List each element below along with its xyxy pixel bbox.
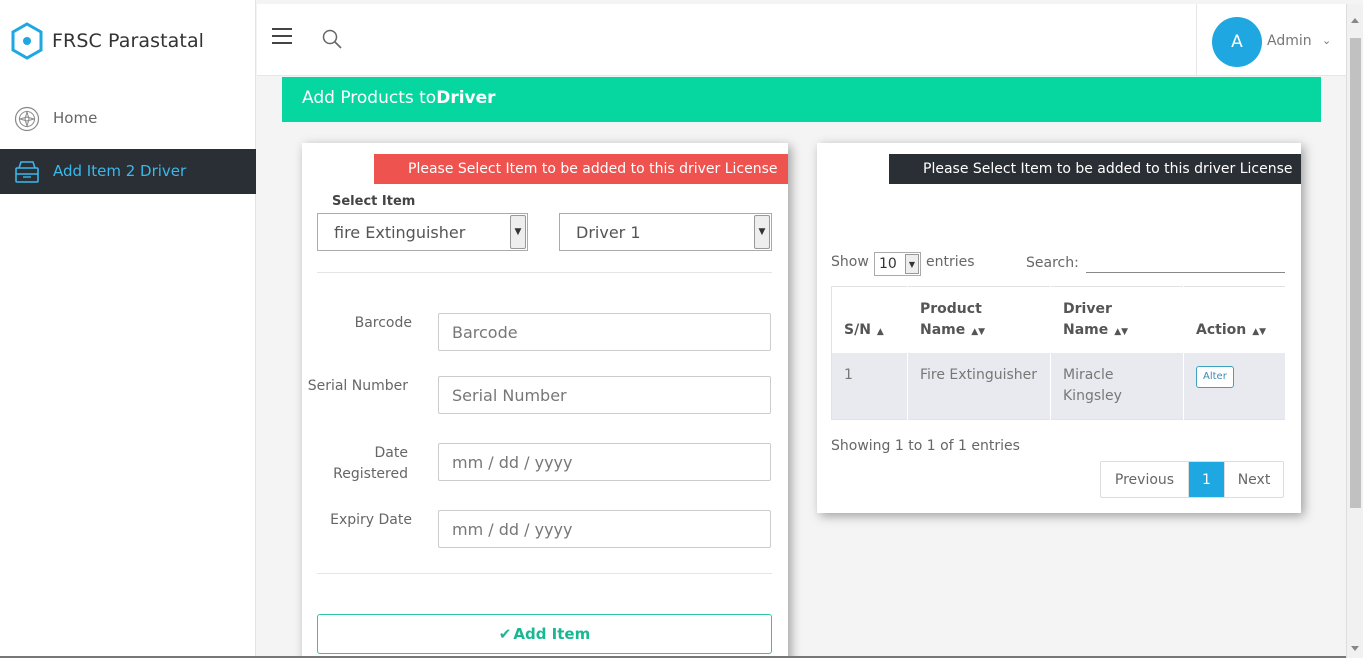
sidebar: FRSC Parastatal Home Add Item 2 Driver <box>0 0 256 658</box>
show-label: Show <box>831 254 869 270</box>
barcode-label: Barcode <box>354 315 412 331</box>
entries-label: entries <box>926 254 975 270</box>
page-1-button[interactable]: 1 <box>1189 462 1224 497</box>
entries-select[interactable]: 10 ▼ <box>874 252 921 276</box>
barcode-input[interactable]: Barcode <box>438 313 771 351</box>
driver-items-table-card: Please Select Item to be added to this d… <box>817 143 1301 513</box>
column-header-driver-name[interactable]: Driver Name ▲▼ <box>1050 286 1184 353</box>
cell-sn: 1 <box>831 352 908 420</box>
sort-asc-icon: ▲ <box>876 326 884 337</box>
check-icon: ✔ <box>498 625 512 643</box>
sidebar-item-add-item-2-driver[interactable]: Add Item 2 Driver <box>0 149 256 194</box>
form-ribbon: Please Select Item to be added to this d… <box>364 154 788 184</box>
avatar[interactable]: A <box>1212 17 1262 67</box>
add-item-button[interactable]: ✔ Add Item <box>317 614 772 654</box>
chevron-down-icon[interactable]: ▼ <box>510 215 526 249</box>
divider <box>317 272 772 273</box>
scroll-down-icon[interactable] <box>1351 646 1359 651</box>
cell-product-name: Fire Extinguisher <box>907 352 1051 420</box>
cell-driver-name: Miracle Kingsley <box>1050 352 1184 420</box>
chevron-down-icon[interactable]: ▼ <box>754 215 770 249</box>
page-title-banner: Add Products toDriver <box>282 77 1321 122</box>
alter-button[interactable]: Alter <box>1196 365 1234 388</box>
driver-select[interactable]: Driver 1 ▼ <box>559 213 772 251</box>
brand-name: FRSC Parastatal <box>52 30 205 52</box>
driver-items-table: S/N ▲ Product Name ▲▼ Driver Name ▲▼ Action… <box>831 286 1286 420</box>
brand[interactable]: FRSC Parastatal <box>10 22 204 60</box>
chevron-down-icon[interactable]: ⌄ <box>1322 34 1331 47</box>
scroll-thumb[interactable] <box>1350 38 1361 508</box>
next-page-button[interactable]: Next <box>1224 462 1283 497</box>
sidebar-item-label: Home <box>53 109 98 127</box>
column-header-action[interactable]: Action ▲▼ <box>1183 286 1286 353</box>
compass-icon <box>14 106 40 132</box>
table-search-input[interactable] <box>1086 251 1285 273</box>
sort-icon: ▲▼ <box>1114 326 1129 337</box>
menu-toggle-icon[interactable] <box>272 28 292 44</box>
table-info: Showing 1 to 1 of 1 entries <box>831 438 1020 454</box>
date-registered-label: Date Registered <box>333 445 408 482</box>
column-header-sn[interactable]: S/N ▲ <box>831 286 908 353</box>
search-label: Search: <box>1026 255 1079 271</box>
page-title: Add Products toDriver <box>302 88 496 108</box>
table-row: 1 Fire Extinguisher Miracle Kingsley Alt… <box>831 352 1286 420</box>
user-menu[interactable]: A Admin ⌄ <box>1196 4 1346 76</box>
column-header-product-name[interactable]: Product Name ▲▼ <box>907 286 1051 353</box>
scroll-up-icon[interactable] <box>1351 18 1359 23</box>
expiry-date-input[interactable]: mm / dd / yyyy <box>438 510 771 548</box>
add-item-form-card: Please Select Item to be added to this d… <box>302 143 788 658</box>
page-scrollbar[interactable] <box>1346 4 1363 658</box>
serial-number-input[interactable]: Serial Number <box>438 376 771 414</box>
top-header: A Admin ⌄ <box>257 4 1346 76</box>
pagination: Previous 1 Next <box>1100 461 1284 498</box>
table-ribbon: Please Select Item to be added to this d… <box>879 154 1301 184</box>
user-name[interactable]: Admin <box>1267 33 1312 49</box>
cell-action: Alter <box>1183 352 1286 420</box>
table-header-row: S/N ▲ Product Name ▲▼ Driver Name ▲▼ Action… <box>831 286 1286 353</box>
inbox-icon <box>15 161 39 183</box>
sort-icon: ▲▼ <box>971 326 986 337</box>
previous-page-button[interactable]: Previous <box>1101 462 1189 497</box>
serial-number-label: Serial Number <box>307 378 408 394</box>
sidebar-item-home[interactable]: Home <box>0 96 256 141</box>
search-icon[interactable] <box>321 28 343 50</box>
date-registered-input[interactable]: mm / dd / yyyy <box>438 443 771 481</box>
sidebar-item-label: Add Item 2 Driver <box>53 162 187 180</box>
sort-icon: ▲▼ <box>1252 326 1267 337</box>
hexagon-logo-icon <box>11 22 43 60</box>
chevron-down-icon[interactable]: ▼ <box>905 254 919 274</box>
select-item-label: Select Item <box>332 194 416 209</box>
item-select[interactable]: fire Extinguisher ▼ <box>317 213 528 251</box>
expiry-date-label: Expiry Date <box>330 512 412 528</box>
divider <box>317 573 772 574</box>
